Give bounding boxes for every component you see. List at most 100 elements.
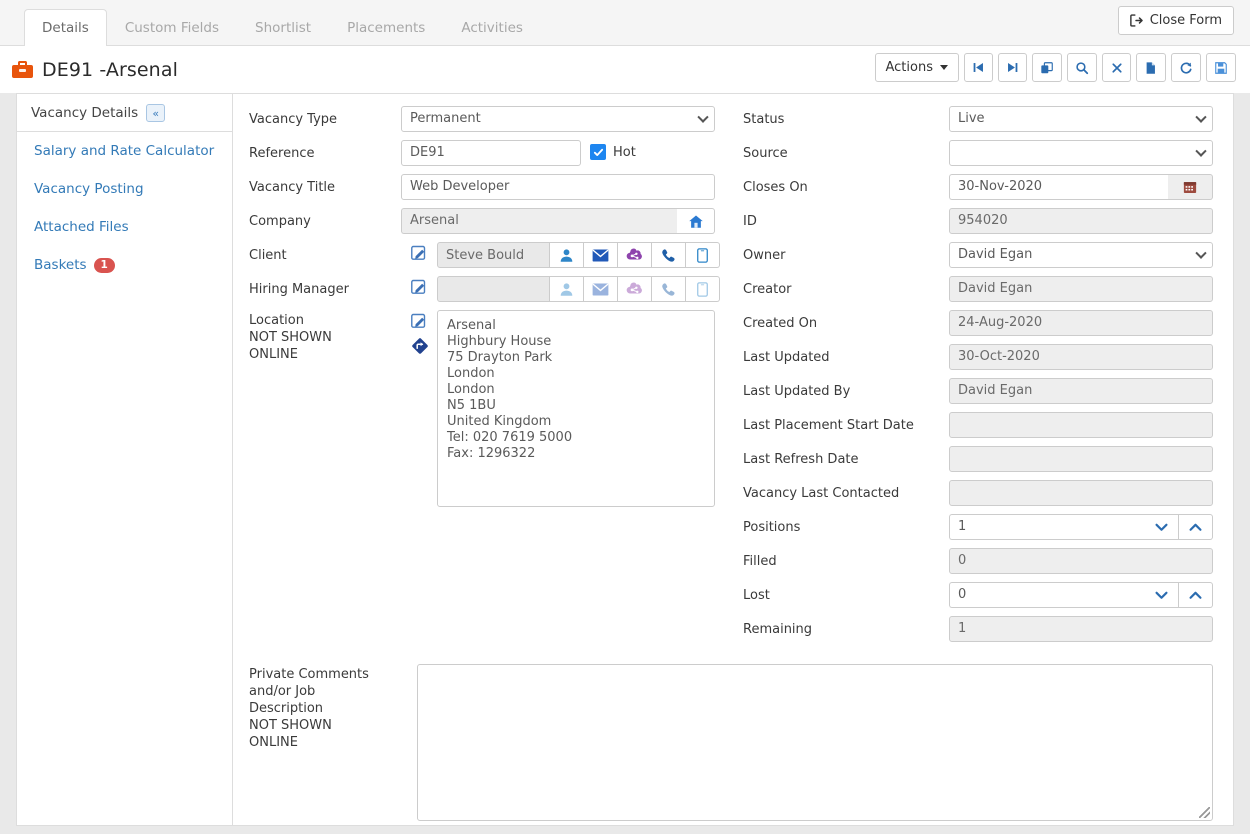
client-label: Client — [249, 248, 287, 263]
open-company-button[interactable] — [677, 208, 715, 234]
private-comments-label-line2: and/or Job — [249, 684, 316, 699]
field-created-on: Created On 24-Aug-2020 — [743, 310, 1213, 336]
location-icon-group — [401, 310, 437, 354]
source-label: Source — [743, 146, 788, 161]
lost-increment-button[interactable] — [1179, 582, 1213, 608]
first-record-button[interactable] — [964, 53, 993, 82]
last-refresh-date-label: Last Refresh Date — [743, 452, 859, 467]
hiring-manager-name-field[interactable] — [437, 276, 550, 302]
social-network-icon — [626, 282, 643, 296]
sidebar-item-label: Salary and Rate Calculator — [34, 143, 215, 159]
id-label: ID — [743, 214, 757, 229]
private-comments-textarea[interactable] — [417, 664, 1213, 821]
field-last-updated: Last Updated 30-Oct-2020 — [743, 344, 1213, 370]
sidebar-item-baskets[interactable]: Baskets 1 — [17, 246, 232, 284]
sidebar-item-vacancy-posting[interactable]: Vacancy Posting — [17, 170, 232, 208]
field-reference: Reference DE91 Hot — [249, 140, 715, 166]
closes-on-input[interactable]: 30-Nov-2020 — [949, 174, 1168, 200]
location-label: Location NOT SHOWN ONLINE — [249, 310, 401, 363]
refresh-button[interactable] — [1171, 53, 1201, 82]
call-phone-icon — [661, 282, 676, 297]
edit-pencil-icon[interactable] — [411, 245, 428, 261]
client-social-button[interactable] — [618, 242, 652, 268]
sidebar-item-salary-and-rate-calculator[interactable]: Salary and Rate Calculator — [17, 132, 232, 170]
double-chevron-left-icon[interactable]: « — [146, 104, 166, 122]
sidebar-item-attached-files[interactable]: Attached Files — [17, 208, 232, 246]
actions-dropdown-button[interactable]: Actions — [874, 53, 959, 82]
location-address-textarea[interactable]: Arsenal Highbury House 75 Drayton Park L… — [437, 310, 715, 507]
filled-label: Filled — [743, 554, 777, 569]
map-directions-icon[interactable] — [411, 337, 428, 354]
creator-value: David Egan — [949, 276, 1213, 302]
tab-strip: Details Custom Fields Shortlist Placemen… — [0, 0, 1250, 46]
source-select[interactable] — [949, 140, 1213, 166]
save-button[interactable] — [1206, 53, 1236, 82]
exit-icon — [1129, 13, 1144, 28]
status-select[interactable]: Live — [949, 106, 1213, 132]
last-updated-value: 30-Oct-2020 — [949, 344, 1213, 370]
client-phone-button[interactable] — [652, 242, 686, 268]
positions-increment-button[interactable] — [1179, 514, 1213, 540]
reference-input[interactable]: DE91 — [401, 140, 581, 166]
private-comments-label-line1: Private Comments — [249, 667, 369, 682]
hot-checkbox[interactable] — [590, 144, 606, 160]
field-vacancy-type: Vacancy Type Permanent — [249, 106, 715, 132]
chevron-down-icon — [1155, 523, 1168, 532]
tab-details[interactable]: Details — [24, 9, 107, 46]
magnifier-icon — [1075, 61, 1089, 75]
field-closes-on: Closes On 30-Nov-2020 — [743, 174, 1213, 200]
client-mobile-button[interactable] — [686, 242, 720, 268]
vacancy-title-label: Vacancy Title — [249, 180, 336, 195]
tab-activities[interactable]: Activities — [443, 9, 541, 45]
close-form-button[interactable]: Close Form — [1117, 6, 1234, 35]
hiring-manager-label: Hiring Manager — [249, 282, 349, 297]
hiring-manager-mobile-button[interactable] — [686, 276, 720, 302]
lost-input[interactable]: 0 — [949, 582, 1145, 608]
field-owner: Owner David Egan — [743, 242, 1213, 268]
hiring-manager-email-button[interactable] — [584, 276, 618, 302]
last-record-button[interactable] — [998, 53, 1027, 82]
search-button[interactable] — [1067, 53, 1097, 82]
remaining-value: 1 — [949, 616, 1213, 642]
tab-placements[interactable]: Placements — [329, 9, 443, 45]
positions-input[interactable]: 1 — [949, 514, 1145, 540]
client-person-button[interactable] — [550, 242, 584, 268]
filled-value: 0 — [949, 548, 1213, 574]
field-company: Company Arsenal — [249, 208, 715, 234]
skip-backward-icon — [972, 61, 985, 74]
contact-person-icon — [559, 248, 574, 263]
client-name-field[interactable]: Steve Bould — [437, 242, 550, 268]
owner-select[interactable]: David Egan — [949, 242, 1213, 268]
created-on-label: Created On — [743, 316, 818, 331]
field-last-placement-start-date: Last Placement Start Date — [743, 412, 1213, 438]
vacancy-last-contacted-label: Vacancy Last Contacted — [743, 486, 900, 501]
remaining-label: Remaining — [743, 622, 813, 637]
tab-custom-fields[interactable]: Custom Fields — [107, 9, 237, 45]
field-remaining: Remaining 1 — [743, 616, 1213, 642]
copy-records-button[interactable] — [1032, 53, 1062, 82]
vacancy-type-select[interactable]: Permanent — [401, 106, 715, 132]
positions-decrement-button[interactable] — [1145, 514, 1179, 540]
hiring-manager-social-button[interactable] — [618, 276, 652, 302]
company-label: Company — [249, 214, 311, 229]
vacancy-title-input[interactable]: Web Developer — [401, 174, 715, 200]
location-label-line1: Location — [249, 313, 304, 328]
lost-decrement-button[interactable] — [1145, 582, 1179, 608]
hiring-manager-person-button[interactable] — [550, 276, 584, 302]
resize-handle-icon[interactable] — [1199, 807, 1210, 818]
hiring-manager-phone-button[interactable] — [652, 276, 686, 302]
edit-pencil-icon[interactable] — [411, 313, 428, 329]
send-email-icon — [592, 282, 609, 296]
client-email-button[interactable] — [584, 242, 618, 268]
edit-pencil-icon[interactable] — [411, 279, 428, 295]
closes-on-datepicker-button[interactable] — [1168, 174, 1213, 200]
created-on-value: 24-Aug-2020 — [949, 310, 1213, 336]
duplicate-button[interactable] — [1136, 53, 1166, 82]
creator-label: Creator — [743, 282, 792, 297]
last-placement-start-date-value — [949, 412, 1213, 438]
call-phone-icon — [661, 248, 676, 263]
sidebar-item-label: Vacancy Posting — [34, 181, 144, 197]
refresh-icon — [1179, 61, 1193, 75]
tab-shortlist[interactable]: Shortlist — [237, 9, 329, 45]
delete-button[interactable] — [1102, 53, 1131, 82]
